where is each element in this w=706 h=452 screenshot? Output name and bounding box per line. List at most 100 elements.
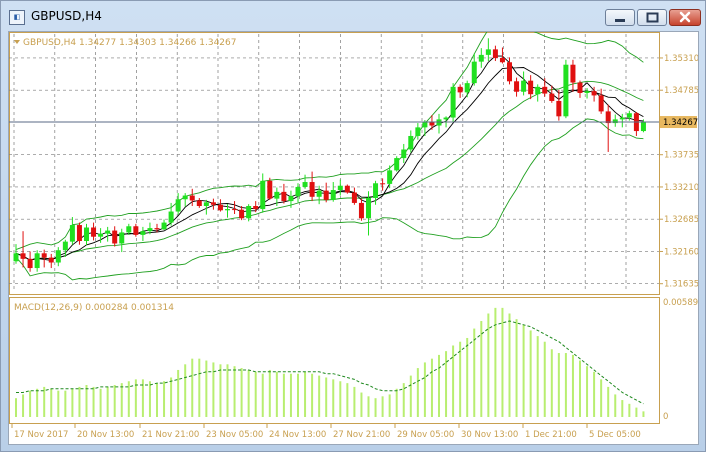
candle <box>210 198 216 210</box>
chart-window: ◧ GBPUSD,H4 GBPUSD,H4 1.34277 1.34303 1.… <box>0 0 706 452</box>
macd-bar <box>445 351 448 417</box>
macd-bar <box>438 354 440 417</box>
macd-bar <box>15 398 17 417</box>
candle <box>267 177 273 200</box>
macd-bar <box>247 369 250 417</box>
macd-bar <box>522 324 525 417</box>
candle <box>358 198 364 221</box>
macd-bar <box>325 377 328 417</box>
price-label: 1.32160 <box>664 247 698 257</box>
macd-bar <box>177 369 180 417</box>
macd-bar <box>536 336 539 417</box>
macd-bar <box>557 353 560 417</box>
macd-bar <box>240 368 243 417</box>
macd-bar <box>452 345 455 417</box>
candle <box>140 226 146 242</box>
candle <box>34 250 40 272</box>
macd-bar <box>409 375 412 417</box>
main-panel-frame <box>9 32 660 295</box>
window-title: GBPUSD,H4 <box>31 9 102 23</box>
price-chart-svg[interactable]: GBPUSD,H4 1.34277 1.34303 1.34266 1.3426… <box>9 20 704 444</box>
candle <box>492 45 498 62</box>
title-bar[interactable]: ◧ GBPUSD,H4 <box>1 1 705 31</box>
macd-bar <box>148 381 151 417</box>
macd-bar <box>571 354 574 417</box>
current-price-tag: 1.34267 <box>660 116 698 129</box>
dropdown-triangle-icon[interactable] <box>14 40 20 44</box>
macd-bar <box>515 319 518 417</box>
macd-bar <box>106 386 109 417</box>
time-label: 5 Dec 05:00 <box>589 430 641 440</box>
macd-bar <box>473 328 476 417</box>
time-label: 17 Nov 2017 <box>14 430 68 440</box>
price-axis[interactable]: 1.35310 1.34785 1.33735 1.33210 1.32685 1.321… <box>659 54 699 290</box>
macd-bar <box>388 394 391 417</box>
time-label: 1 Dec 21:00 <box>525 430 577 440</box>
candle <box>598 88 604 114</box>
macd-bar <box>529 330 532 417</box>
macd-bar <box>36 388 39 417</box>
close-button[interactable] <box>669 9 701 26</box>
candle <box>535 84 541 102</box>
macd-bar <box>289 373 292 417</box>
macd-bar <box>92 386 95 417</box>
macd-bar <box>205 360 208 417</box>
macd-bar <box>395 388 398 417</box>
macd-bar <box>184 364 187 417</box>
macd-bar <box>607 386 610 417</box>
candle <box>351 187 357 205</box>
macd-bar <box>29 390 32 417</box>
macd-bar <box>614 394 617 417</box>
macd-bar <box>170 377 173 417</box>
macd-bar <box>43 386 46 417</box>
macd-bar <box>600 379 603 417</box>
macd-bar <box>593 371 596 417</box>
candle <box>464 80 470 98</box>
macd-bar <box>564 353 567 417</box>
candle <box>133 223 139 237</box>
macd-signal-group <box>16 320 644 405</box>
candle <box>309 171 315 202</box>
macd-bar <box>71 388 74 417</box>
candle <box>640 119 646 133</box>
maximize-button[interactable] <box>637 9 667 26</box>
candle <box>182 193 188 207</box>
macd-bar <box>339 381 342 417</box>
macd-signal-line <box>16 320 644 405</box>
candle <box>76 222 82 245</box>
time-label: 24 Nov 13:00 <box>269 430 326 440</box>
candle <box>27 251 33 272</box>
candle <box>112 226 118 247</box>
candle <box>232 201 238 214</box>
macd-bar <box>64 390 67 417</box>
time-label: 20 Nov 13:00 <box>77 430 134 440</box>
macd-zero-label: 0 <box>663 412 668 422</box>
macd-bar <box>374 398 377 417</box>
macd-info-line: MACD(12,26,9) 0.000284 0.001314 <box>14 303 174 313</box>
macd-bar <box>156 383 158 417</box>
chart-window-icon: ◧ <box>9 10 25 25</box>
candle <box>478 48 484 68</box>
moving-averages <box>15 55 644 261</box>
candle <box>415 123 421 140</box>
time-axis[interactable]: 17 Nov 2017 20 Nov 13:00 21 Nov 21:00 23 No… <box>11 424 641 440</box>
close-icon <box>679 11 691 23</box>
candle <box>337 179 343 196</box>
candle <box>84 223 89 246</box>
price-label: 1.32685 <box>664 215 698 225</box>
candle <box>408 130 414 153</box>
macd-bar <box>586 366 589 417</box>
macd-bar <box>275 371 278 417</box>
candle <box>344 184 350 194</box>
price-label: 1.33210 <box>664 183 698 193</box>
chart-grid <box>9 34 659 292</box>
time-label: 23 Nov 05:00 <box>206 430 263 440</box>
macd-bar <box>381 396 384 417</box>
macd-bar <box>501 307 504 417</box>
chart-area[interactable]: GBPUSD,H4 1.34277 1.34303 1.34266 1.3426… <box>8 20 704 445</box>
candle <box>161 219 167 230</box>
time-label: 27 Nov 21:00 <box>333 430 390 440</box>
candle <box>612 114 618 127</box>
candle <box>55 247 61 267</box>
minimize-button[interactable] <box>605 9 635 26</box>
